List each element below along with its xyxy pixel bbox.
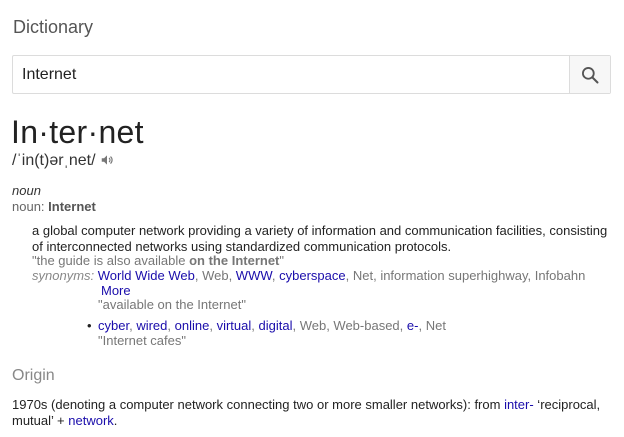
synonym2-2[interactable]: online	[175, 318, 210, 333]
example-2: "available on the Internet"	[98, 297, 246, 312]
headword: In·ter·net	[11, 114, 144, 150]
example-after: "	[279, 253, 285, 268]
phonetic: /ˈin(t)ərˌnet/	[12, 152, 96, 169]
origin-text-3: .	[113, 413, 118, 428]
synonyms-label: synonyms:	[32, 268, 95, 283]
synonyms-row: synonyms: World Wide Web, Web, WWW, cybe…	[32, 268, 585, 283]
synonyms-list: World Wide Web, Web, WWW, cyberspace, Ne…	[97, 268, 586, 283]
search-input[interactable]	[13, 56, 578, 93]
synonym-4: Net	[352, 268, 374, 283]
synonyms-list-2: cyber, wired, online, virtual, digital, …	[98, 318, 446, 333]
synonym2-1[interactable]: wired	[136, 318, 167, 333]
example: "the guide is also available on the Inte…	[32, 253, 284, 268]
synonym2-0[interactable]: cyber	[98, 318, 129, 333]
pos-line: noun: Internet	[12, 199, 96, 214]
phonetic-line: /ˈin(t)ərˌnet/	[12, 152, 114, 172]
definition: a global computer network providing a va…	[32, 223, 608, 254]
search-icon	[582, 66, 599, 83]
origin-link-inter[interactable]: inter-	[504, 397, 534, 412]
pos-word: Internet	[48, 199, 96, 214]
part-of-speech: noun	[12, 183, 41, 198]
synonym-0[interactable]: World Wide Web	[98, 268, 195, 283]
origin-heading: Origin	[12, 367, 55, 384]
search-box	[12, 55, 611, 94]
example-bold: on the Internet	[189, 253, 280, 268]
synonym-1: Web	[202, 268, 229, 283]
synonym2-3[interactable]: virtual	[217, 318, 252, 333]
synonym2-7[interactable]: e-	[407, 318, 419, 333]
more-link[interactable]: More	[101, 283, 131, 298]
search-button[interactable]	[569, 56, 610, 93]
synonym-2[interactable]: WWW	[236, 268, 272, 283]
synonym2-5: Web	[299, 318, 327, 333]
panel-title: Dictionary	[13, 17, 94, 37]
pos-prefix: noun:	[12, 199, 45, 214]
synonym2-8: Net	[425, 318, 446, 333]
bullet: •	[87, 318, 92, 333]
synonym-5: information superhighway	[380, 268, 528, 283]
origin-text: 1970s (denoting a computer network conne…	[12, 397, 612, 429]
origin-link-network[interactable]: network	[68, 413, 114, 428]
example-3: "Internet cafes"	[98, 333, 186, 348]
speaker-icon[interactable]	[100, 153, 114, 172]
example-before: "the guide is also available	[32, 253, 190, 268]
synonym2-6: Web-based	[333, 318, 400, 333]
synonym-6: Infobahn	[534, 268, 586, 283]
synonym-3[interactable]: cyberspace	[279, 268, 345, 283]
synonym2-4[interactable]: digital	[258, 318, 292, 333]
origin-text-1: 1970s (denoting a computer network conne…	[12, 397, 505, 412]
